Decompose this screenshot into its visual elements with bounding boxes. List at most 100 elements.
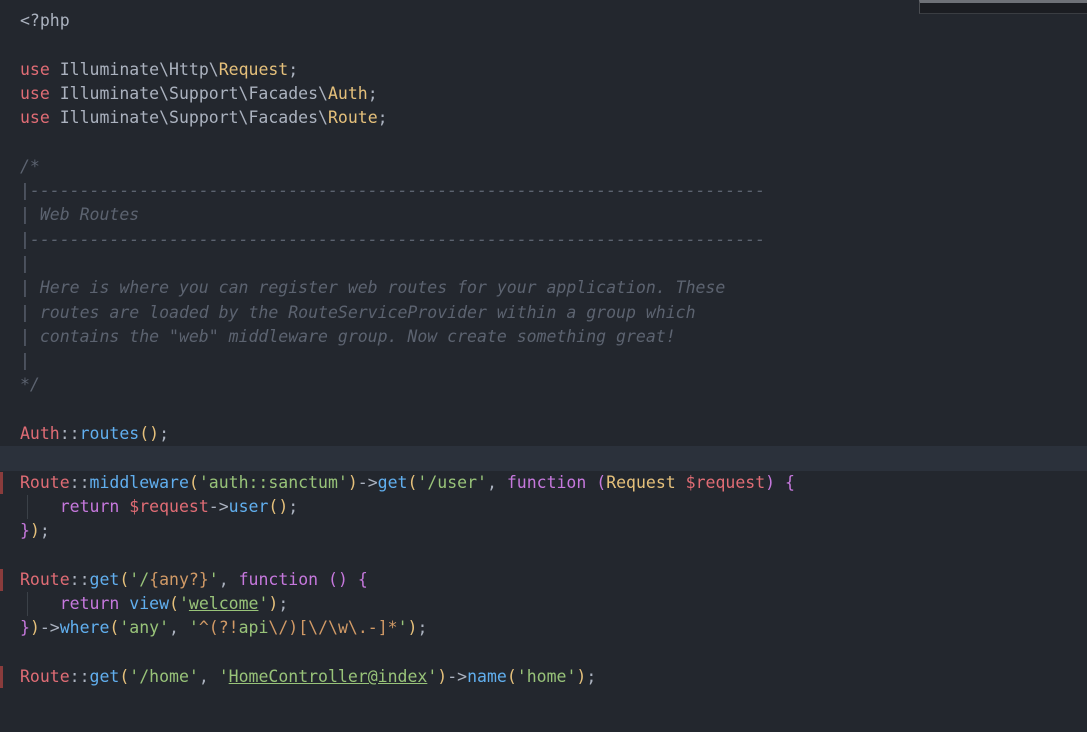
code-token: $request	[685, 472, 766, 492]
code-token: | Here is where you can register web rou…	[20, 278, 726, 298]
code-token: )	[347, 472, 358, 492]
code-token: }	[20, 521, 30, 541]
code-token: Illuminate\Support\Facades\	[59, 83, 328, 103]
code-token: use	[20, 108, 50, 128]
indent-guide	[27, 494, 28, 520]
code-token: /*	[20, 156, 40, 176]
code-token: ^	[198, 618, 209, 638]
code-line[interactable]: });	[0, 519, 1087, 543]
code-token: use	[20, 83, 50, 103]
code-token: name	[467, 667, 507, 687]
code-line[interactable]: | Here is where you can register web rou…	[0, 276, 1087, 300]
code-token: function	[506, 472, 587, 492]
code-token: return	[59, 496, 120, 516]
code-token: '/	[129, 569, 150, 589]
code-token: 'home'	[516, 667, 577, 687]
code-token: )	[576, 667, 587, 687]
code-token: '	[258, 594, 269, 614]
code-line[interactable]: use Illuminate\Support\Facades\Route;	[0, 106, 1087, 130]
code-line[interactable]: use Illuminate\Support\Facades\Auth;	[0, 82, 1087, 106]
code-line[interactable]: Route::get('/{any?}', function () {	[0, 568, 1087, 592]
code-token: )	[765, 472, 776, 492]
code-token: get	[89, 569, 120, 589]
code-token: Request	[218, 59, 289, 79]
code-line[interactable]	[0, 641, 1087, 665]
code-token: )	[288, 618, 299, 638]
code-line[interactable]: | Web Routes	[0, 203, 1087, 227]
code-token: ,	[198, 667, 219, 687]
code-line[interactable]	[0, 130, 1087, 154]
code-token: '	[397, 618, 408, 638]
code-line[interactable]: Route::middleware('auth::sanctum')->get(…	[0, 471, 1087, 495]
code-token: '	[218, 667, 229, 687]
code-line[interactable]: return view('welcome');	[0, 592, 1087, 617]
code-token: 'auth::sanctum'	[198, 472, 348, 492]
code-token: $request	[129, 496, 209, 516]
code-token: <?php	[20, 11, 70, 30]
code-line[interactable]: |---------------------------------------…	[0, 179, 1087, 203]
code-token: '	[188, 618, 199, 638]
code-token: |	[20, 351, 30, 371]
code-token: ;	[288, 496, 299, 516]
code-token: get	[377, 472, 408, 492]
code-token: ()	[328, 569, 348, 589]
code-line[interactable]: */	[0, 373, 1087, 397]
code-line[interactable]: Route::get('/home', 'HomeController@inde…	[0, 665, 1087, 689]
code-token: */	[20, 375, 40, 395]
code-token: ;	[159, 424, 170, 444]
code-token: )	[29, 618, 40, 638]
code-line[interactable]: | contains the "web" middleware group. N…	[0, 325, 1087, 349]
code-token: ::	[69, 667, 90, 687]
code-line[interactable]: |	[0, 349, 1087, 373]
code-token: ;	[367, 83, 378, 103]
code-token: (	[109, 618, 120, 638]
code-token: '/user'	[417, 472, 487, 492]
code-token: ()	[268, 496, 289, 516]
code-token: Route	[327, 108, 378, 128]
code-token: (	[407, 472, 418, 492]
code-line[interactable]	[0, 398, 1087, 422]
floating-window-fragment	[919, 0, 1087, 14]
code-token: *	[387, 618, 398, 638]
code-token: Illuminate\Support\Facades\	[59, 108, 328, 128]
code-token: \/\w\.-	[308, 618, 378, 638]
code-line[interactable]	[0, 544, 1087, 568]
code-token: ,	[169, 618, 189, 638]
code-token: ;	[288, 59, 299, 79]
code-token: ->	[208, 496, 229, 516]
code-line[interactable]: use Illuminate\Http\Request;	[0, 58, 1087, 82]
code-token: (	[119, 667, 130, 687]
code-token: ,	[486, 472, 507, 492]
code-line[interactable]: })->where('any', '^(?!api\/)[\/\w\.-]*')…	[0, 616, 1087, 640]
code-token: function	[238, 569, 319, 589]
code-editor[interactable]: <?php use Illuminate\Http\Request; use Ill…	[0, 0, 1087, 732]
code-line[interactable]: Auth::routes();	[0, 422, 1087, 446]
code-line[interactable]: /*	[0, 155, 1087, 179]
code-line-current[interactable]	[0, 446, 1087, 471]
code-token: HomeController@index	[228, 667, 428, 687]
code-token: '/home'	[129, 667, 199, 687]
code-token: ;	[377, 108, 388, 128]
code-token: 'any'	[119, 618, 170, 638]
code-token: }	[20, 618, 30, 638]
gutter-change-marker	[0, 471, 3, 494]
code-token: )	[268, 594, 279, 614]
code-line[interactable]: |---------------------------------------…	[0, 228, 1087, 252]
code-token: ->	[39, 618, 60, 638]
code-line[interactable]: | routes are loaded by the RouteServiceP…	[0, 301, 1087, 325]
code-token: (	[596, 472, 607, 492]
code-line[interactable]	[0, 33, 1087, 57]
code-line[interactable]: return $request->user();	[0, 494, 1087, 520]
code-line[interactable]: |	[0, 252, 1087, 276]
code-token: | routes are loaded by the RouteServiceP…	[20, 302, 696, 322]
gutter-change-marker	[0, 568, 3, 592]
code-token: user	[228, 496, 269, 516]
code-token: Request	[606, 472, 676, 492]
code-token: {	[357, 569, 368, 589]
